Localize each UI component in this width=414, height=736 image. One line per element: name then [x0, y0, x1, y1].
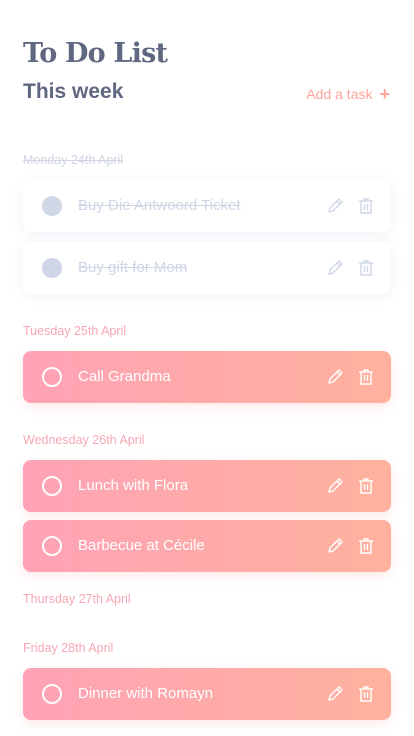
- pencil-icon[interactable]: [325, 196, 345, 216]
- add-task-button[interactable]: Add a task +: [306, 84, 390, 104]
- task-label: Buy Die Antwoord Ticket: [78, 197, 241, 214]
- task-label: Barbecue at Cécile: [78, 537, 205, 554]
- pencil-icon[interactable]: [325, 476, 345, 496]
- task-item: Buy gift for Mom: [23, 242, 391, 294]
- trash-icon[interactable]: [356, 536, 376, 556]
- trash-icon[interactable]: [356, 367, 376, 387]
- trash-icon[interactable]: [356, 196, 376, 216]
- day-label-friday: Friday 28th April: [23, 641, 114, 655]
- add-task-label: Add a task: [306, 86, 373, 102]
- pencil-icon[interactable]: [325, 536, 345, 556]
- task-item: Call Grandma: [23, 351, 391, 403]
- checkbox[interactable]: [42, 476, 62, 496]
- trash-icon[interactable]: [356, 476, 376, 496]
- task-item: Dinner with Romayn: [23, 668, 391, 720]
- app-title: To Do List: [23, 38, 168, 69]
- task-label: Buy gift for Mom: [78, 259, 188, 276]
- week-subtitle: This week: [23, 80, 124, 103]
- day-label-thursday: Thursday 27th April: [23, 592, 131, 606]
- task-label: Dinner with Romayn: [78, 685, 214, 702]
- checkbox[interactable]: [42, 367, 62, 387]
- task-item: Barbecue at Cécile: [23, 520, 391, 572]
- task-item: Lunch with Flora: [23, 460, 391, 512]
- task-item: Buy Die Antwoord Ticket: [23, 180, 391, 232]
- plus-icon: +: [379, 84, 390, 104]
- pencil-icon[interactable]: [325, 684, 345, 704]
- day-label-tuesday: Tuesday 25th April: [23, 324, 127, 338]
- checkbox-checked[interactable]: [42, 258, 62, 278]
- checkbox-checked[interactable]: [42, 196, 62, 216]
- pencil-icon[interactable]: [325, 367, 345, 387]
- trash-icon[interactable]: [356, 258, 376, 278]
- task-label: Call Grandma: [78, 368, 171, 385]
- task-label: Lunch with Flora: [78, 477, 189, 494]
- pencil-icon[interactable]: [325, 258, 345, 278]
- checkbox[interactable]: [42, 684, 62, 704]
- trash-icon[interactable]: [356, 684, 376, 704]
- day-label-wednesday: Wednesday 26th April: [23, 433, 145, 447]
- day-label-monday: Monday 24th April: [23, 153, 124, 167]
- checkbox[interactable]: [42, 536, 62, 556]
